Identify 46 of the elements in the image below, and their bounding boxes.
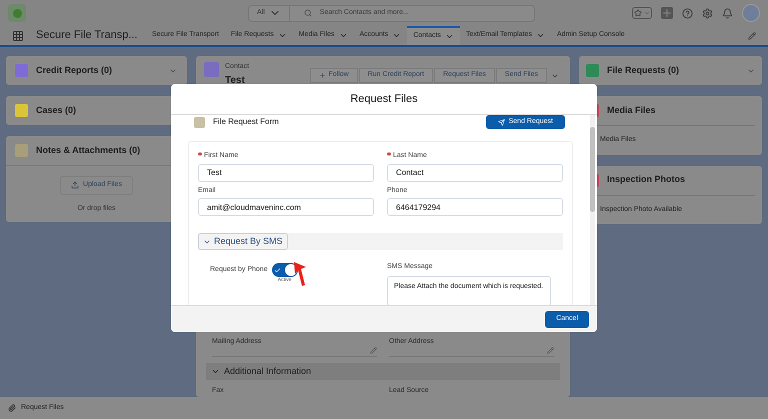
edit-icon[interactable] bbox=[370, 347, 377, 354]
logo-icon bbox=[8, 4, 26, 22]
section-header[interactable]: Request By SMS bbox=[198, 233, 563, 250]
card-title: Credit Reports (0) bbox=[36, 64, 112, 77]
card-title: Cases (0) bbox=[36, 104, 76, 117]
app-launcher-icon[interactable] bbox=[12, 30, 24, 42]
text-field[interactable]: amit@cloudmaveninc.com bbox=[198, 198, 374, 216]
record-name: Test bbox=[225, 74, 246, 88]
favorites-button[interactable] bbox=[632, 7, 652, 19]
chevron-down-icon bbox=[444, 32, 454, 41]
star-icon bbox=[634, 9, 642, 17]
card-title: Inspection Photos bbox=[607, 173, 686, 186]
cursor-arrow-icon bbox=[294, 262, 306, 287]
chevron-down-icon bbox=[338, 31, 348, 40]
chevron-down-icon bbox=[278, 31, 287, 40]
help-icon[interactable] bbox=[682, 8, 693, 18]
upload-icon bbox=[71, 181, 80, 190]
check-icon bbox=[274, 266, 281, 274]
form-title: File Request Form bbox=[213, 116, 279, 128]
section-header[interactable]: Additional Information bbox=[206, 363, 560, 380]
notifications-icon[interactable] bbox=[722, 8, 733, 18]
form-icon bbox=[194, 116, 205, 128]
card-title: Notes & Attachments (0) bbox=[36, 144, 140, 157]
edit-icon[interactable] bbox=[547, 347, 554, 354]
paperclip-icon bbox=[8, 404, 16, 412]
text-field[interactable]: Contact bbox=[387, 164, 563, 182]
chevron-down-icon bbox=[536, 31, 545, 40]
toggle-switch[interactable] bbox=[272, 263, 298, 277]
chevron-down-icon bbox=[644, 10, 650, 16]
settings-icon[interactable] bbox=[702, 8, 713, 18]
add-icon[interactable] bbox=[661, 7, 673, 19]
app-name: Secure File Transp... bbox=[36, 28, 138, 44]
required-icon bbox=[198, 152, 202, 156]
send-icon bbox=[498, 118, 505, 126]
chevron-down-icon bbox=[392, 31, 402, 40]
contact-icon bbox=[204, 62, 219, 77]
edit-icon[interactable] bbox=[748, 32, 756, 40]
card-title: File Requests (0) bbox=[607, 64, 680, 77]
search-icon bbox=[304, 9, 312, 17]
modal-title: Request Files bbox=[350, 92, 418, 107]
chevron-down-icon bbox=[211, 367, 220, 376]
text-field[interactable]: 6464179294 bbox=[387, 198, 563, 216]
plus-icon bbox=[319, 72, 326, 79]
required-icon bbox=[387, 152, 391, 156]
card-title: Media Files bbox=[607, 104, 656, 117]
text-field[interactable]: Test bbox=[198, 164, 374, 182]
